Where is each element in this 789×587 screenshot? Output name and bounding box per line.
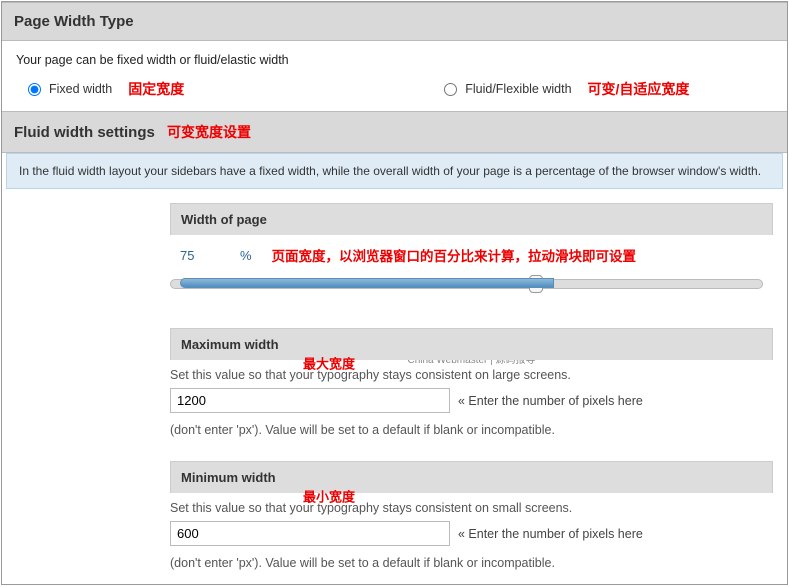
section-header-fluid-settings: Fluid width settings 可变宽度设置 (2, 111, 787, 153)
subheader-max-width: Maximum width 最大宽度 (170, 328, 773, 360)
radio-option-fluid[interactable]: Fluid/Flexible width 可变/自适应宽度 (444, 79, 689, 99)
annotation-max-width: 最大宽度 (303, 353, 355, 372)
min-width-help: Set this value so that your typography s… (170, 493, 773, 521)
annotation-width-of-page: 页面宽度，以浏览器窗口的百分比来计算，拉动滑块即可设置 (272, 245, 637, 265)
width-unit: % (240, 248, 252, 263)
section-description: Your page can be fixed width or fluid/el… (16, 53, 773, 67)
subheader-label: Maximum width (181, 337, 279, 352)
section-title: Page Width Type (14, 13, 134, 30)
max-width-note: (don't enter 'px'). Value will be set to… (170, 419, 773, 451)
annotation-fixed: 固定宽度 (128, 79, 184, 99)
annotation-fluid: 可变/自适应宽度 (588, 79, 690, 99)
min-width-hint: « Enter the number of pixels here (458, 527, 643, 541)
subheader-width-of-page: Width of page (170, 203, 773, 235)
section-header-page-width-type: Page Width Type (2, 2, 787, 41)
subheader-label: Minimum width (181, 470, 276, 485)
radio-fixed-label: Fixed width (49, 82, 112, 96)
min-width-note: (don't enter 'px'). Value will be set to… (170, 552, 773, 584)
annotation-fluid-settings: 可变宽度设置 (167, 124, 251, 140)
max-width-input[interactable] (170, 388, 450, 413)
subheader-min-width: Minimum width 最小宽度 (170, 461, 773, 493)
radio-fixed-width[interactable] (28, 83, 41, 96)
radio-fluid-width[interactable] (444, 83, 457, 96)
info-band: In the fluid width layout your sidebars … (6, 153, 783, 189)
max-width-help: Set this value so that your typography s… (170, 360, 773, 388)
annotation-min-width: 最小宽度 (303, 486, 355, 505)
radio-fluid-label: Fluid/Flexible width (465, 82, 571, 96)
width-value-row: 75 % 页面宽度，以浏览器窗口的百分比来计算，拉动滑块即可设置 (170, 235, 773, 269)
width-slider-wrap: ChinaZ.com China Webmaster | 源码报导 (170, 269, 773, 318)
max-width-hint: « Enter the number of pixels here (458, 394, 643, 408)
radio-option-fixed[interactable]: Fixed width 固定宽度 (28, 79, 184, 99)
width-value: 75 (180, 248, 220, 263)
width-type-radio-group: Fixed width 固定宽度 Fluid/Flexible width 可变… (16, 79, 773, 99)
subheader-label: Width of page (181, 212, 267, 227)
section-title: Fluid width settings (14, 124, 155, 141)
width-slider[interactable] (170, 279, 763, 289)
min-width-input[interactable] (170, 521, 450, 546)
